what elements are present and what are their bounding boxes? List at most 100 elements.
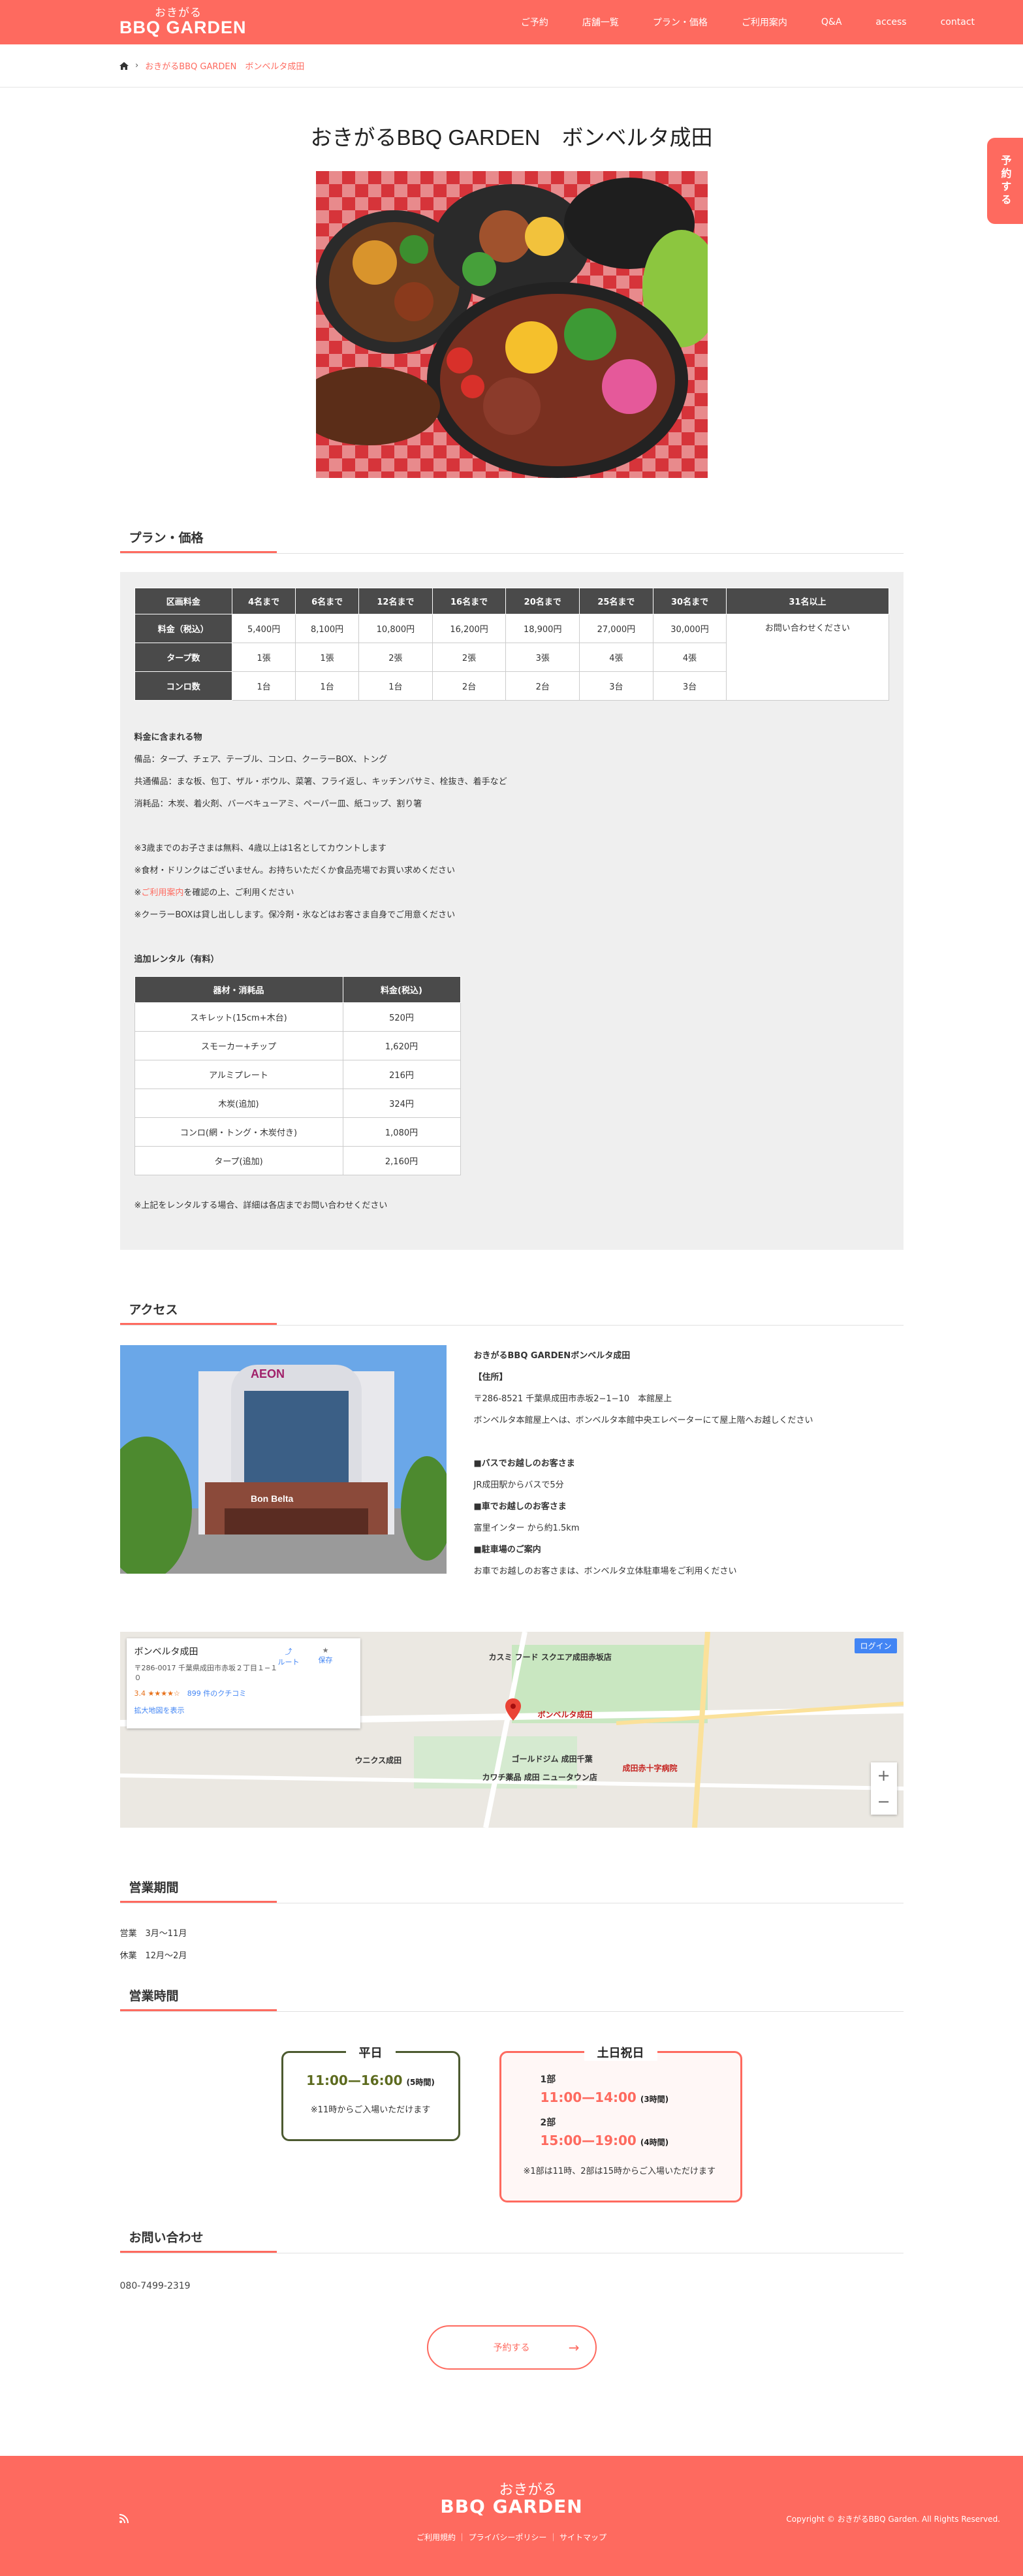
price-col-header: 31名以上 [726, 588, 889, 614]
site-logo[interactable]: おきがる BBQ GARDEN [119, 8, 247, 37]
rental-price: 216円 [342, 1060, 461, 1089]
store-name: おきがるBBQ GARDENボンベルタ成田 [473, 1351, 631, 1361]
price-table: 区画料金 4名まで 6名まで 12名まで 16名まで 20名まで 25名まで 3… [134, 588, 889, 701]
route-label: ルート [277, 1658, 300, 1666]
plan-box: 区画料金 4名まで 6名まで 12名まで 16名まで 20名まで 25名まで 3… [119, 572, 904, 1250]
directions-icon: ⤴ [285, 1647, 292, 1656]
tarp-cell: 2張 [358, 643, 433, 672]
star-icon: ★ [322, 1646, 329, 1655]
note-prefix: ※ [134, 888, 142, 898]
stove-cell: 1台 [295, 671, 360, 701]
part1-time-value: 11:00—14:00 [540, 2090, 637, 2105]
table-row: アルミプレート 216円 [134, 1060, 461, 1089]
rss-icon[interactable] [119, 2513, 129, 2526]
access-section-header: アクセス [119, 1301, 904, 1326]
tarp-cell: 2張 [432, 643, 507, 672]
part1-duration: (3時間) [640, 2095, 669, 2104]
nav-access[interactable]: access [858, 17, 923, 27]
nav-plan[interactable]: プラン・価格 [636, 16, 725, 29]
price-col-header: 4名まで [232, 588, 296, 614]
nav-contact[interactable]: contact [924, 17, 992, 27]
embedded-map[interactable]: カスミ フード スクエア成田赤坂店 ボンベルタ成田 ウニクス成田 ゴールドジム … [119, 1632, 904, 1828]
bus-text: JR成田駅からバスで5分 [473, 1480, 564, 1490]
map-pin-icon[interactable] [505, 1698, 521, 1721]
map-rating: 3.4 ★★★★☆ 899 件のクチコミ [134, 1688, 353, 1698]
plan-section-header: プラン・価格 [119, 529, 904, 554]
price-cell: 5,400円 [232, 614, 296, 643]
route-button[interactable]: ⤴ ルート [278, 1646, 300, 1667]
zoom-out-button[interactable]: − [871, 1789, 897, 1815]
map-address: 〒286-0017 千葉県成田市赤坂２丁目１−１０ [134, 1664, 278, 1682]
stove-cell: 1台 [232, 671, 296, 701]
zoom-in-button[interactable]: + [871, 1762, 897, 1789]
table-row: 木炭(追加) 324円 [134, 1089, 461, 1118]
contact-cell: お問い合わせください [726, 614, 889, 701]
note-suffix: を確認の上、ご利用ください [183, 888, 294, 898]
address-title: 【住所】 [473, 1373, 508, 1382]
season-closed: 休業 12月〜2月 [119, 1951, 187, 1961]
included-item: 消耗品：木炭、着火剤、バーベキューアミ、ペーパー皿、紙コップ、割り箸 [134, 799, 422, 809]
side-reserve-tab[interactable]: 予約する [987, 138, 1023, 224]
table-row: 料金（税込） 5,400円 8,100円 10,800円 16,200円 18,… [134, 614, 889, 701]
map-zoom-controls: + − [870, 1762, 897, 1815]
map-login-button[interactable]: ログイン [855, 1638, 897, 1653]
price-col-header: 25名まで [579, 588, 653, 614]
footer-logo[interactable]: おきがる BBQ GARDEN [440, 2483, 582, 2516]
map-label: ウニクス成田 [354, 1756, 402, 1765]
price-col-header: 16名まで [432, 588, 507, 614]
bonbelta-sign: Bon Belta [251, 1493, 294, 1504]
rental-table: 器材・消耗品 料金(税込) スキレット(15cm+木台) 520円 スモーカー+チ… [134, 976, 461, 1175]
reserve-button[interactable]: 予約する → [426, 2325, 597, 2370]
weekend-note: ※1部は11時、2部は15時からご入場いただけます [523, 2167, 716, 2176]
price-cell: 30,000円 [652, 614, 727, 643]
nav-guide[interactable]: ご利用案内 [725, 16, 804, 29]
contact-heading: お問い合わせ [119, 2228, 277, 2253]
footer-logo-big: BBQ GARDEN [440, 2496, 583, 2517]
breadcrumb-current: おきがるBBQ GARDEN ボンベルタ成田 [145, 62, 305, 72]
enlarge-map-link[interactable]: 拡大地図を表示 [134, 1705, 353, 1715]
access-info: おきがるBBQ GARDENボンベルタ成田 【住所】 〒286-8521 千葉県… [474, 1345, 813, 1582]
guide-link[interactable]: ご利用案内 [141, 888, 183, 898]
rental-note: ※上記をレンタルする場合、詳細は各店までお問い合わせください [134, 1201, 388, 1211]
map-label: 成田赤十字病院 [622, 1764, 678, 1773]
included-item: 備品：タープ、チェア、テーブル、コンロ、クーラーBOX、トング [134, 755, 388, 765]
copyright: Copyright © おきがるBBQ Garden. All Rights R… [786, 2515, 1000, 2524]
price-col-header: 6名まで [295, 588, 360, 614]
price-cell: 8,100円 [295, 614, 360, 643]
map-info-card: ボンベルタ成田 〒286-0017 千葉県成田市赤坂２丁目１−１０ 3.4 ★★… [126, 1638, 360, 1728]
footer-links[interactable]: ご利用規約 ｜ プライバシーポリシー ｜ サイトマップ [417, 2532, 606, 2543]
rental-price: 1,620円 [342, 1031, 461, 1060]
parking-text: お車でお越しのお客さまは、ボンベルタ立体駐車場をご利用ください [473, 1566, 737, 1576]
phone-number[interactable]: 080-7499-2319 [120, 2281, 904, 2291]
price-col-header: 30名まで [652, 588, 727, 614]
note-item: ※3歳までのお子さまは無料、4歳以上は1名としてカウントします [134, 844, 386, 853]
address-text: 〒286-8521 千葉県成田市赤坂2−1−10 本館屋上 [473, 1394, 672, 1404]
hours-heading: 営業時間 [119, 1986, 277, 2011]
save-button[interactable]: ★ 保存 [319, 1646, 333, 1665]
weekday-title: 平日 [345, 2044, 396, 2061]
tarp-cell: 3張 [505, 643, 580, 672]
rating-value: 3.4 ★★★★☆ [134, 1689, 180, 1698]
car-text: 富里インター から約1.5km [473, 1523, 580, 1533]
review-link[interactable]: 899 件のクチコミ [187, 1689, 247, 1698]
weekday-time-value: 11:00—16:00 [306, 2073, 403, 2088]
price-col-header: 20名まで [505, 588, 580, 614]
weekend-title: 土日祝日 [584, 2044, 657, 2061]
access-block: AEON Bon Belta おきがるBBQ GARDENボンベルタ成田 【住所… [119, 1345, 904, 1582]
reserve-button-label: 予約する [493, 2343, 530, 2353]
hero-image [315, 171, 708, 478]
weekday-time: 11:00—16:00 (5時間) [299, 2073, 443, 2088]
season-open: 営業 3月〜11月 [119, 1929, 187, 1939]
row-header: 料金（税込） [134, 614, 233, 643]
nav-qa[interactable]: Q&A [804, 17, 859, 27]
address-note: ボンベルタ本館屋上へは、ボンベルタ本館中央エレベーターにて屋上階へお越しください [473, 1416, 813, 1425]
stove-cell: 3台 [579, 671, 653, 701]
nav-stores[interactable]: 店舗一覧 [565, 16, 636, 29]
building-illustration: AEON Bon Belta [119, 1345, 447, 1574]
season-heading: 営業期間 [119, 1878, 277, 1903]
price-cell: 16,200円 [432, 614, 507, 643]
nav-reservation[interactable]: ご予約 [504, 16, 565, 29]
plan-notes: 料金に含まれる物 備品：タープ、チェア、テーブル、コンロ、クーラーBOX、トング… [134, 727, 889, 971]
weekday-note: ※11時からご入場いただけます [310, 2105, 431, 2115]
home-icon[interactable] [119, 61, 129, 70]
